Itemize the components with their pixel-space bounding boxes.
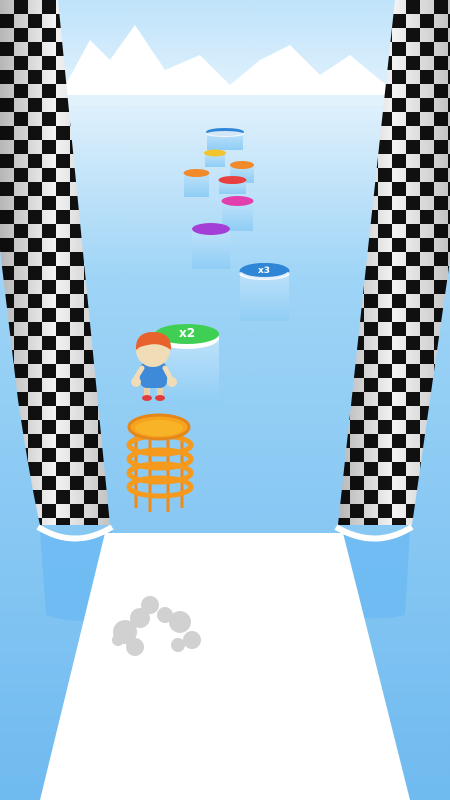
platform-far-6 [183, 169, 210, 197]
multiplier-label: x3 [258, 266, 270, 276]
platform-x3: x3 [239, 263, 290, 321]
multiplier-label: x2 [179, 326, 195, 340]
game-scene[interactable]: x3 x2 [0, 0, 450, 800]
platform-far-9 [206, 128, 244, 150]
platform-far-8 [204, 149, 226, 167]
platform-3 [192, 223, 230, 269]
platform-far-5 [218, 176, 247, 194]
